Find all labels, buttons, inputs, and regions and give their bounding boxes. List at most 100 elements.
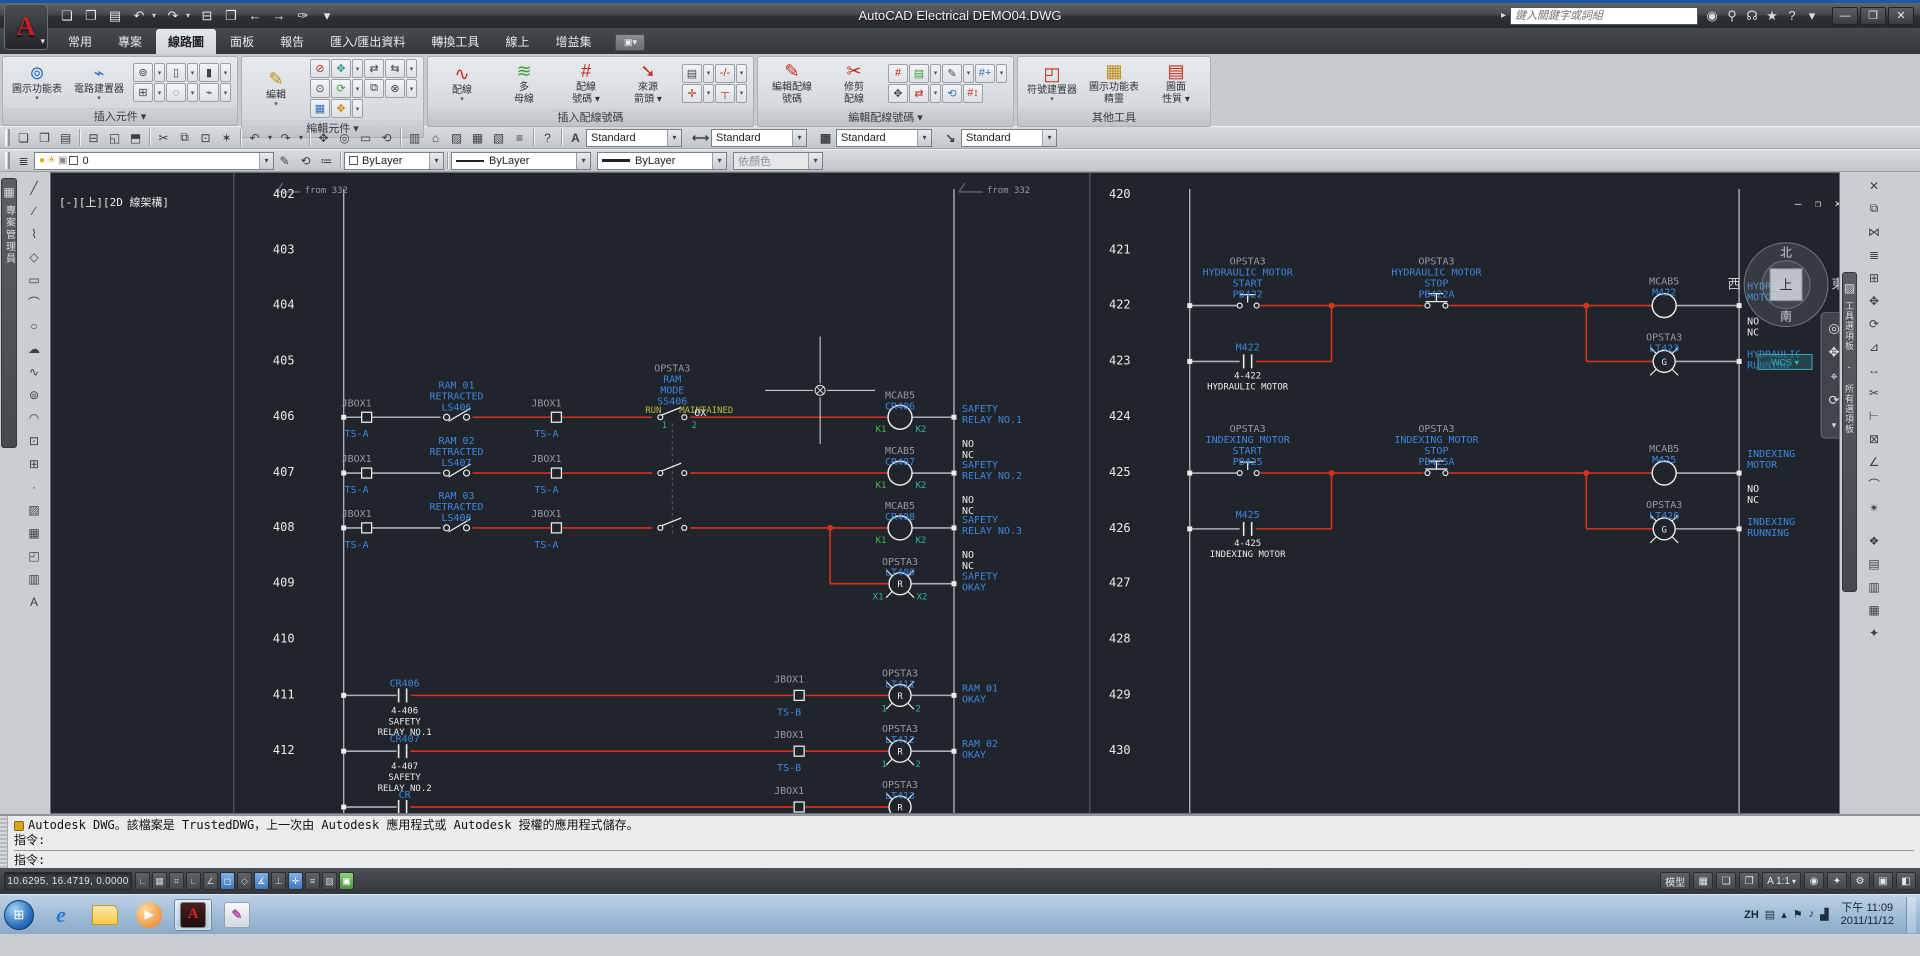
ladder-add-button[interactable]: ▤ [909, 64, 929, 83]
icon-menu-wizard-button[interactable]: ▦圖示功能表精靈 [1086, 59, 1142, 107]
modify-layer-off-button[interactable]: ▤ [1862, 552, 1886, 575]
modify-explode-button[interactable]: ✴ [1862, 496, 1886, 519]
modify-fillet-button[interactable]: ⌒ [1862, 473, 1886, 496]
polar-tracking-toggle[interactable]: ∠ [203, 872, 218, 890]
trim-wire-button[interactable]: ✂修剪配線 [826, 59, 882, 107]
lineweight-combo[interactable]: ByLayer▾ [597, 152, 727, 170]
search-icon[interactable]: ◉ [1702, 7, 1722, 25]
insert-schematic-list-button[interactable]: ⊚ [133, 63, 153, 82]
align-components-button[interactable]: ⊙ [310, 79, 330, 98]
delete-catalog-button[interactable]: ⊗ [385, 79, 405, 98]
linetype-combo-arrow-icon[interactable]: ▾ [576, 153, 590, 169]
toolbar-grip[interactable] [5, 152, 10, 169]
add-rung-button[interactable]: #+ [975, 64, 995, 83]
project-manager-palette-tab[interactable]: ▦ 專案管理員 [1, 178, 17, 448]
modify-layer-lock-button[interactable]: ✦ [1862, 621, 1886, 644]
help-button[interactable]: ? [537, 128, 558, 147]
save-button[interactable]: ▤ [55, 128, 76, 147]
dropdown-icon[interactable]: ▾ [187, 83, 198, 102]
circuit-builder-button[interactable]: ⌁電路建置器▾ [71, 61, 127, 104]
application-menu-button[interactable]: A ▾ [4, 4, 48, 50]
modify-break-button[interactable]: ⊠ [1862, 427, 1886, 450]
lineweight-display-toggle[interactable]: ≡ [305, 872, 320, 890]
dropdown-icon[interactable]: ▾ [930, 64, 941, 83]
wire-gap-button[interactable]: -/- [715, 64, 735, 83]
edit-component-button[interactable]: ✎編輯▾ [248, 67, 304, 110]
action-center-icon[interactable]: ⚑ [1793, 908, 1803, 921]
dropdown-icon[interactable]: ▾ [220, 63, 231, 82]
lineweight-combo-arrow-icon[interactable]: ▾ [712, 153, 726, 169]
help-dropdown-icon[interactable]: ▾ [1802, 7, 1822, 25]
tray-expand-icon[interactable]: ▴ [1781, 908, 1787, 921]
dropdown-icon[interactable]: ▾ [352, 99, 363, 118]
infocenter-search-input[interactable] [1510, 7, 1698, 25]
multiple-bus-button[interactable]: ≋多母線 [496, 59, 552, 107]
draw-line-button[interactable]: ╱ [22, 176, 46, 199]
modify-chamfer-button[interactable]: ∠ [1862, 450, 1886, 473]
insert-ladder-button[interactable]: ▤ [682, 64, 702, 83]
orbit-icon[interactable]: ⟳ [1829, 392, 1839, 407]
publish-button[interactable]: ⬒ [125, 128, 146, 147]
edit-wire-button[interactable]: ✎ [942, 64, 962, 83]
dim-style-combo[interactable]: Standard▾ [711, 129, 807, 147]
color-combo-arrow-icon[interactable]: ▾ [429, 153, 443, 169]
transparency-toggle[interactable]: ▨ [322, 872, 337, 890]
source-arrow-button[interactable]: ➘來源箭頭 ▾ [620, 59, 676, 107]
help-icon[interactable]: ? [1782, 7, 1802, 25]
tab-常用[interactable]: 常用 [56, 29, 104, 54]
tool-palettes-tab[interactable]: ▨ 工具選項板 - 所有選項板 [1842, 272, 1857, 592]
symbol-builder-button-dropdown-icon[interactable]: ▾ [1050, 97, 1054, 103]
taskbar-autocad[interactable]: A [174, 899, 212, 931]
dropdown-icon[interactable]: ▾ [736, 84, 747, 103]
copy-catalog-button[interactable]: ⧉ [364, 79, 384, 98]
modify-layer-walk-button[interactable]: ▦ [1862, 598, 1886, 621]
volume-icon[interactable]: ♪ [1809, 908, 1815, 921]
delete-component-button[interactable]: ⊘ [310, 59, 330, 78]
command-window-grip[interactable] [0, 816, 8, 868]
modify-offset-button[interactable]: ≣ [1862, 243, 1886, 266]
ribbon-options-button[interactable]: ▣▾ [615, 34, 645, 51]
3d-object-snap-toggle[interactable]: ◇ [237, 872, 252, 890]
layer-combo-arrow-icon[interactable]: ▾ [259, 153, 273, 169]
plot-button[interactable]: ⊟ [83, 128, 104, 147]
cut-button[interactable]: ✂ [153, 128, 174, 147]
annotation-scale-arrow-icon[interactable]: ▾ [1792, 877, 1796, 886]
insert-din-rail-button[interactable]: ▮ [199, 63, 219, 82]
modify-move-button[interactable]: ✥ [1862, 289, 1886, 312]
quick-view-layouts-button[interactable]: ❏ [1716, 872, 1736, 890]
color-combo[interactable]: ByLayer▾ [344, 152, 444, 170]
input-indicator-icon[interactable]: ▤ [1765, 908, 1775, 921]
dynamic-ucs-toggle[interactable]: ⊥ [271, 872, 286, 890]
taskbar-explorer[interactable] [86, 899, 124, 931]
save-button[interactable]: ▤ [104, 6, 126, 26]
tab-匯入/匯出資料[interactable]: 匯入/匯出資料 [318, 29, 417, 54]
redo-button[interactable]: ↷ [162, 6, 184, 26]
multileader-style-combo[interactable]: Standard▾ [961, 129, 1057, 147]
match-properties-button[interactable]: ✶ [216, 128, 237, 147]
draw-hatch-button[interactable]: ▨ [22, 498, 46, 521]
layer-properties-manager-button[interactable]: ≣ [13, 151, 34, 170]
swap-update-block-button[interactable]: ⇄ [364, 59, 384, 78]
communication-center-icon[interactable]: ☊ [1742, 7, 1762, 25]
move-wire-number-button[interactable]: ✥ [888, 84, 908, 103]
delete-wire-number-button[interactable]: # [888, 64, 908, 83]
object-snap-tracking-toggle[interactable]: ∡ [254, 872, 269, 890]
tab-專案[interactable]: 專案 [106, 29, 154, 54]
snap-mode-toggle[interactable]: ▦ [152, 872, 167, 890]
zoom-window-button[interactable]: ▭ [355, 128, 376, 147]
modify-extend-button[interactable]: ⊢ [1862, 404, 1886, 427]
modify-mirror-button[interactable]: ⋈ [1862, 220, 1886, 243]
plot-preview-button[interactable]: ◱ [104, 128, 125, 147]
tab-面板[interactable]: 面板 [218, 29, 266, 54]
plot-button[interactable]: ⊟ [196, 6, 218, 26]
icon-menu-button[interactable]: ⊚圖示功能表▾ [9, 61, 65, 104]
dim-style-combo-arrow-icon[interactable]: ▾ [792, 130, 806, 146]
move-attribute-button[interactable]: ✥ [331, 99, 351, 118]
dropdown-icon[interactable]: ▾ [930, 84, 941, 103]
panel-label-插入元件 ▾[interactable]: 插入元件 ▾ [2, 108, 238, 126]
table-style-combo-arrow-icon[interactable]: ▾ [917, 130, 931, 146]
zoom-realtime-button[interactable]: ◎ [334, 128, 355, 147]
insert-block-button[interactable]: ⊞ [133, 83, 153, 102]
model-space-button[interactable]: 模型 [1660, 872, 1690, 890]
undo-button[interactable]: ↶ [244, 128, 265, 147]
